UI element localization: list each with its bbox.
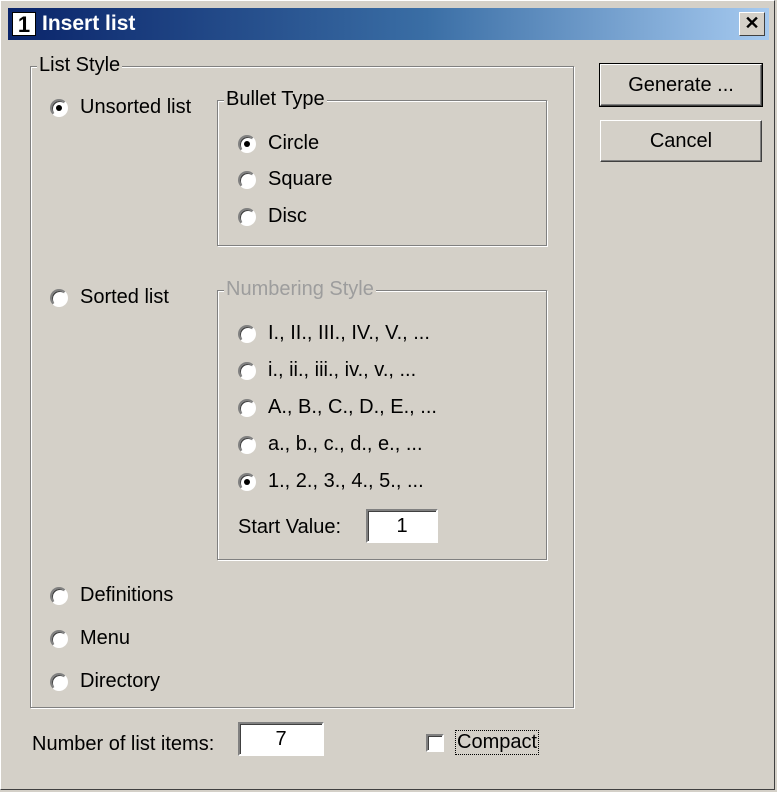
radio-label: I., II., III., IV., V., ... [268, 322, 430, 344]
radio-indicator[interactable] [50, 586, 68, 605]
close-icon: ✕ [744, 13, 760, 33]
compact-label: Compact [454, 730, 540, 755]
radio-label: A., B., C., D., E., ... [268, 396, 437, 418]
radio-indicator[interactable] [238, 170, 256, 189]
radio-bullet-circle[interactable]: Circle [238, 132, 319, 155]
num-items-input[interactable]: 7 [238, 722, 324, 756]
radio-numbering-upper-alpha[interactable]: A., B., C., D., E., ... [238, 396, 437, 419]
radio-indicator[interactable] [238, 472, 256, 491]
close-button[interactable]: ✕ [739, 12, 765, 36]
num-items-label: Number of list items: [32, 733, 215, 755]
radio-bullet-disc[interactable]: Disc [238, 205, 307, 228]
cancel-button-label: Cancel [649, 130, 713, 152]
radio-indicator[interactable] [50, 288, 68, 307]
radio-sorted-list[interactable]: Sorted list [50, 286, 169, 309]
radio-indicator[interactable] [50, 672, 68, 691]
radio-indicator[interactable] [238, 435, 256, 454]
list-style-legend: List Style [37, 54, 123, 77]
radio-indicator[interactable] [238, 398, 256, 417]
radio-indicator[interactable] [50, 629, 68, 648]
radio-numbering-upper-roman[interactable]: I., II., III., IV., V., ... [238, 322, 430, 345]
radio-indicator[interactable] [238, 134, 256, 153]
radio-label: Directory [80, 670, 161, 692]
title-bar[interactable]: 1 Insert list ✕ [8, 8, 769, 40]
radio-label: a., b., c., d., e., ... [268, 433, 423, 455]
radio-definitions[interactable]: Definitions [50, 584, 173, 607]
radio-numbering-decimal[interactable]: 1., 2., 3., 4., 5., ... [238, 470, 424, 493]
radio-label: Circle [268, 132, 320, 154]
radio-label: Definitions [80, 584, 174, 606]
generate-button[interactable]: Generate ... [599, 63, 763, 107]
radio-bullet-square[interactable]: Square [238, 168, 333, 191]
radio-unsorted-list[interactable]: Unsorted list [50, 96, 191, 119]
radio-label: i., ii., iii., iv., v., ... [268, 359, 417, 381]
generate-button-label: Generate ... [628, 74, 734, 96]
bullet-type-legend: Bullet Type [224, 88, 327, 111]
compact-checkbox-row[interactable]: Compact [426, 730, 540, 755]
cancel-button[interactable]: Cancel [600, 120, 762, 162]
app-icon: 1 [12, 12, 36, 37]
radio-label: Sorted list [80, 286, 169, 308]
radio-numbering-lower-alpha[interactable]: a., b., c., d., e., ... [238, 433, 423, 456]
radio-menu[interactable]: Menu [50, 627, 130, 650]
radio-label: 1., 2., 3., 4., 5., ... [268, 470, 424, 492]
radio-label: Square [268, 168, 333, 190]
radio-numbering-lower-roman[interactable]: i., ii., iii., iv., v., ... [238, 359, 416, 382]
radio-indicator[interactable] [50, 98, 68, 117]
radio-label: Unsorted list [80, 96, 192, 118]
start-value-label: Start Value: [238, 516, 342, 538]
radio-indicator[interactable] [238, 207, 256, 226]
radio-label: Menu [80, 627, 131, 649]
radio-label: Disc [268, 205, 307, 227]
start-value-input[interactable]: 1 [366, 509, 438, 543]
numbering-style-legend: Numbering Style [224, 278, 376, 301]
dialog-title: Insert list [42, 12, 136, 35]
compact-checkbox[interactable] [426, 733, 444, 752]
radio-indicator[interactable] [238, 324, 256, 343]
radio-directory[interactable]: Directory [50, 670, 160, 693]
radio-indicator[interactable] [238, 361, 256, 380]
